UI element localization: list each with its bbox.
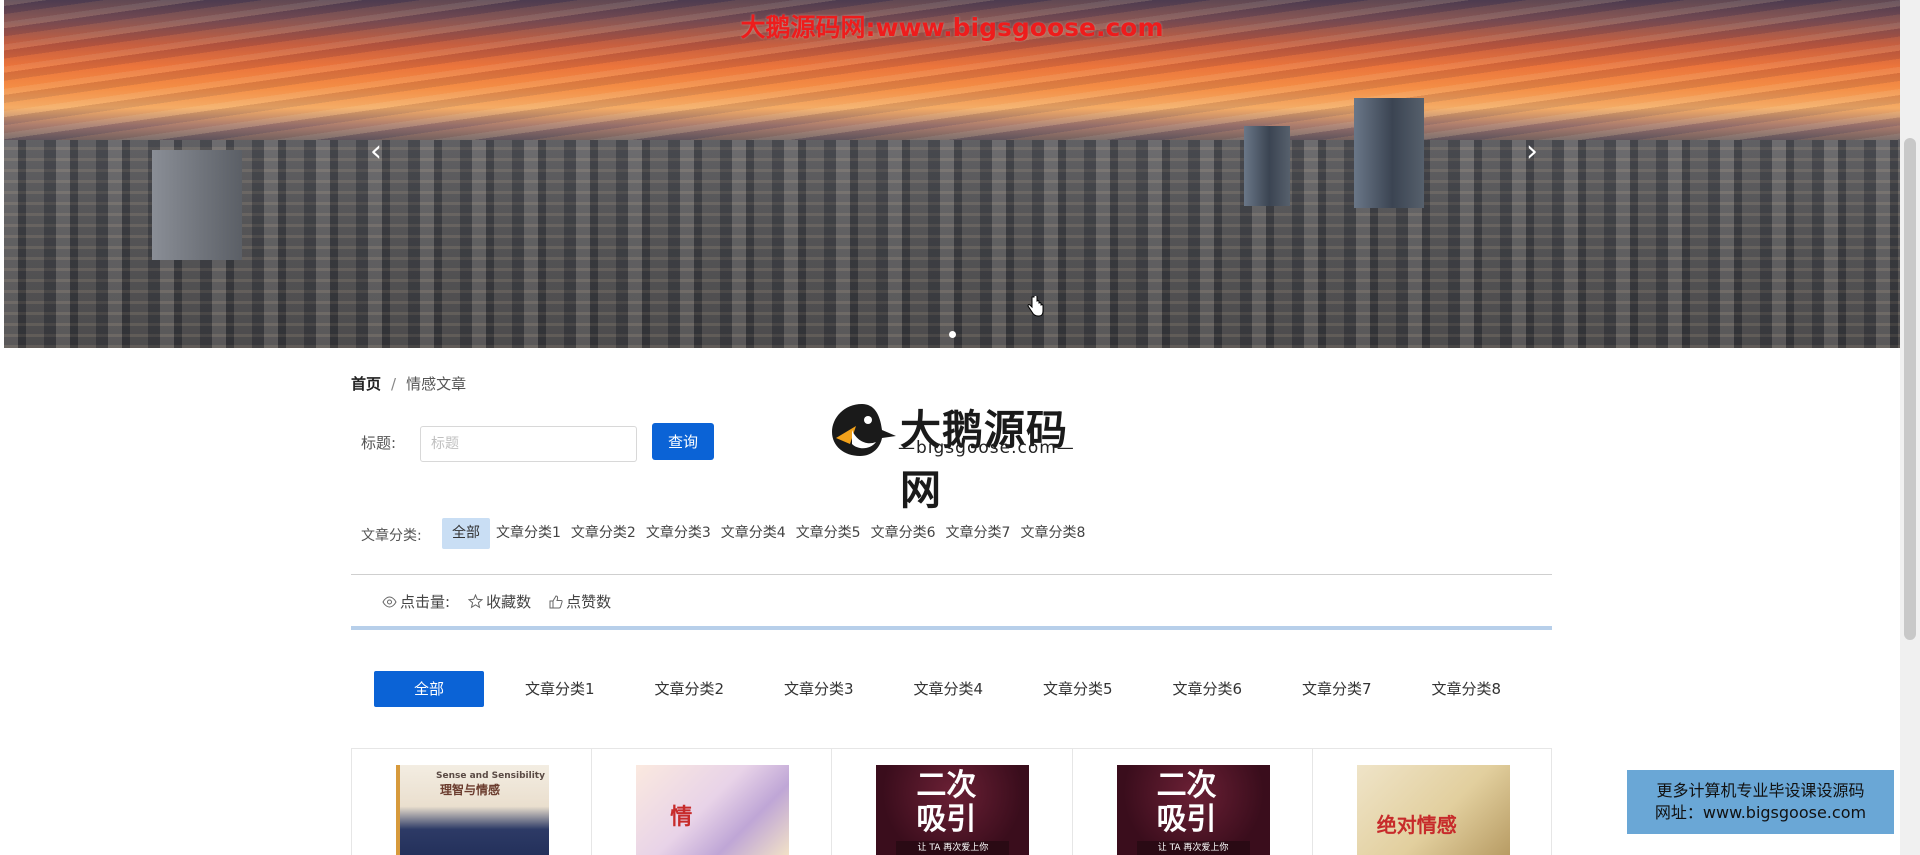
- category-tabs: 全部 文章分类1 文章分类2 文章分类3 文章分类4 文章分类5 文章分类6 文…: [374, 671, 1531, 707]
- sort-views-label: 点击量:: [400, 593, 451, 611]
- breadcrumb: 首页 / 情感文章: [351, 373, 466, 394]
- article-cover-image[interactable]: 二次吸引 让 TA 再次爱上你: [876, 765, 1030, 855]
- category-filter: 全部 文章分类1 文章分类2 文章分类3 文章分类4 文章分类5 文章分类6 文…: [442, 518, 1090, 549]
- cover-title: 绝对情感: [1376, 813, 1457, 837]
- tab-category-1[interactable]: 文章分类1: [495, 671, 625, 707]
- category-filter-option-7[interactable]: 文章分类7: [941, 518, 1016, 549]
- tab-category-5[interactable]: 文章分类5: [1013, 671, 1143, 707]
- tab-category-2[interactable]: 文章分类2: [625, 671, 755, 707]
- carousel-prev-button[interactable]: ‹: [362, 136, 390, 168]
- logo-subtitle: —bigsgoose.com—: [898, 438, 1075, 458]
- article-cover-image[interactable]: 情: [636, 765, 790, 855]
- breadcrumb-home-link[interactable]: 首页: [351, 373, 381, 394]
- article-card[interactable]: 绝对情感: [1311, 749, 1552, 855]
- category-filter-label: 文章分类:: [361, 528, 422, 544]
- eye-icon: [382, 595, 397, 608]
- goose-logo-icon: [832, 404, 896, 456]
- chevron-left-icon: ‹: [370, 134, 382, 169]
- tab-category-4[interactable]: 文章分类4: [884, 671, 1014, 707]
- cover-title: 理智与情感: [440, 783, 501, 797]
- article-cover-image[interactable]: Sense and Sensibility 理智与情感: [396, 765, 549, 855]
- category-filter-option-6[interactable]: 文章分类6: [866, 518, 941, 549]
- search-button[interactable]: 查询: [652, 423, 714, 460]
- banner-watermark: 大鹅源码网:www.bigsgoose.com: [740, 13, 1164, 42]
- page-scrollbar[interactable]: [1900, 0, 1920, 855]
- category-filter-option-3[interactable]: 文章分类3: [641, 518, 716, 549]
- sort-by-likes[interactable]: 点赞数: [549, 591, 611, 612]
- sort-likes-label: 点赞数: [566, 593, 612, 611]
- breadcrumb-current: 情感文章: [406, 375, 467, 393]
- article-grid: Sense and Sensibility 理智与情感 情 二次吸引 让 TA …: [351, 748, 1552, 855]
- promo-line-1: 更多计算机专业毕设课设源码: [1656, 781, 1865, 800]
- breadcrumb-separator: /: [391, 374, 397, 393]
- tab-category-8[interactable]: 文章分类8: [1402, 671, 1532, 707]
- thumbs-up-icon: [549, 594, 563, 608]
- banner-building: [1354, 98, 1424, 208]
- category-filter-option-2[interactable]: 文章分类2: [566, 518, 641, 549]
- banner-city-image: [4, 140, 1900, 348]
- sort-divider: [351, 626, 1552, 630]
- article-cover-image[interactable]: 二次吸引 让 TA 再次爱上你: [1116, 765, 1270, 855]
- category-filter-option-8[interactable]: 文章分类8: [1015, 518, 1090, 549]
- category-filter-option-5[interactable]: 文章分类5: [791, 518, 866, 549]
- tab-all[interactable]: 全部: [374, 671, 484, 707]
- article-cover-image[interactable]: 绝对情感: [1356, 765, 1510, 855]
- article-card[interactable]: 二次吸引 让 TA 再次爱上你: [1071, 749, 1312, 855]
- scrollbar-thumb[interactable]: [1904, 138, 1916, 640]
- article-card[interactable]: Sense and Sensibility 理智与情感: [351, 749, 591, 855]
- sort-by-views[interactable]: 点击量:: [382, 591, 450, 612]
- cover-title: 二次吸引: [1156, 768, 1217, 837]
- cover-ribbon: 让 TA 再次爱上你: [896, 841, 1010, 855]
- sort-by-favorites[interactable]: 收藏数: [468, 591, 531, 612]
- article-card[interactable]: 情: [591, 749, 831, 855]
- category-filter-option-4[interactable]: 文章分类4: [716, 518, 791, 549]
- carousel-dot[interactable]: [949, 331, 956, 338]
- carousel-next-button[interactable]: ›: [1518, 136, 1546, 168]
- title-search-label: 标题:: [361, 434, 397, 452]
- filter-divider: [351, 574, 1552, 575]
- chevron-right-icon: ›: [1526, 134, 1538, 169]
- category-filter-option-1[interactable]: 文章分类1: [491, 518, 566, 549]
- hand-cursor-icon: [1027, 296, 1044, 317]
- carousel-indicator[interactable]: [949, 331, 957, 339]
- promo-banner[interactable]: 更多计算机专业毕设课设源码 网址：www.bigsgoose.com: [1627, 770, 1894, 834]
- title-search-input[interactable]: [420, 426, 637, 462]
- sort-options: 点击量: 收藏数 点赞数: [382, 591, 629, 612]
- banner-carousel[interactable]: 大鹅源码网:www.bigsgoose.com ‹ ›: [4, 0, 1900, 348]
- site-logo: 大鹅源码网 —bigsgoose.com—: [826, 398, 1096, 514]
- star-icon: [468, 594, 484, 609]
- tab-category-7[interactable]: 文章分类7: [1272, 671, 1402, 707]
- cover-title: 二次吸引: [916, 768, 977, 837]
- article-card[interactable]: 二次吸引 让 TA 再次爱上你: [831, 749, 1071, 855]
- tab-category-6[interactable]: 文章分类6: [1143, 671, 1273, 707]
- cover-subtitle: Sense and Sensibility: [436, 771, 545, 781]
- banner-building: [1244, 126, 1290, 206]
- banner-building: [152, 150, 242, 260]
- cover-ribbon: 让 TA 再次爱上你: [1136, 841, 1250, 855]
- sort-favorites-label: 收藏数: [486, 593, 532, 611]
- cover-title: 情: [670, 804, 693, 830]
- promo-line-2: 网址：www.bigsgoose.com: [1654, 803, 1867, 822]
- tab-category-3[interactable]: 文章分类3: [754, 671, 884, 707]
- category-filter-option-all[interactable]: 全部: [442, 518, 490, 549]
